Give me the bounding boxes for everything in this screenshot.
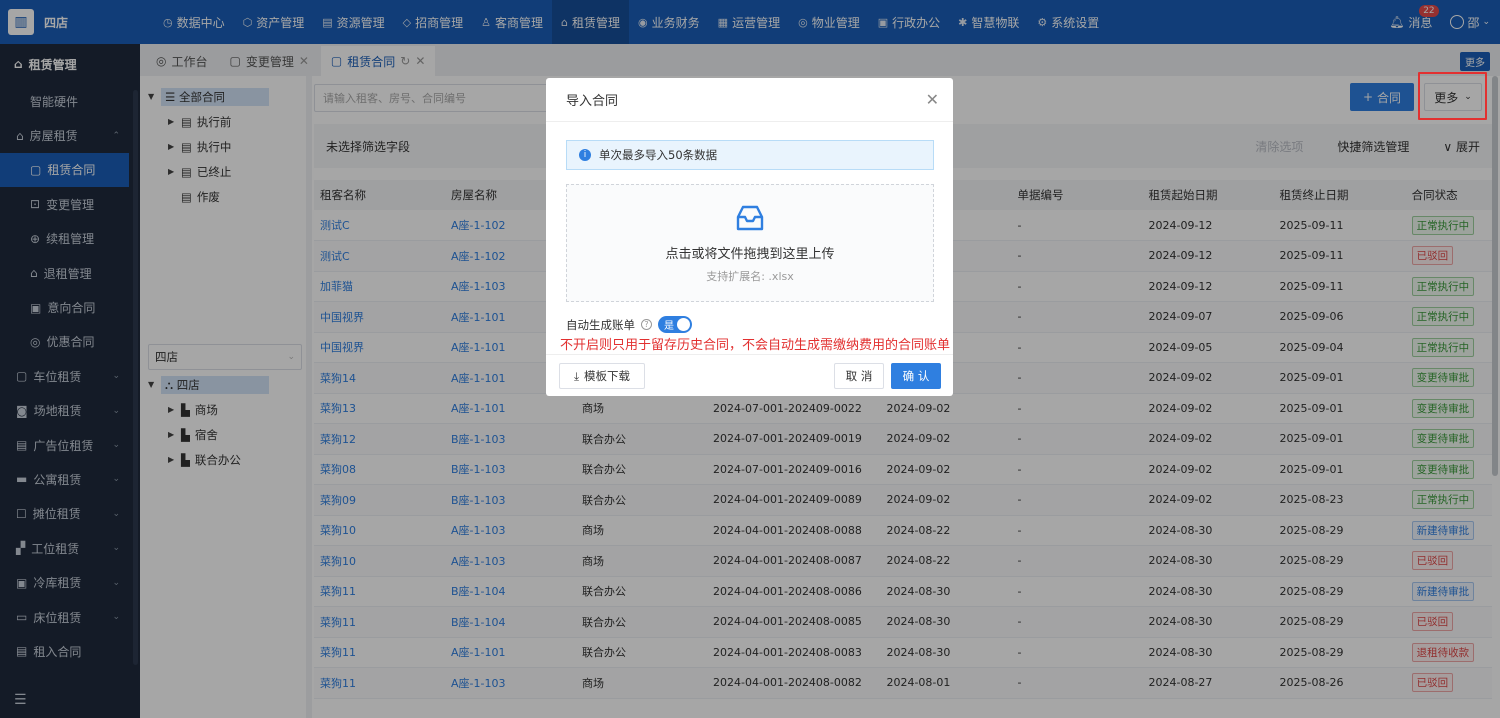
close-icon[interactable]: ✕ (926, 90, 939, 109)
upload-dropzone[interactable]: 点击或将文件拖拽到这里上传 支持扩展名: .xlsx (566, 184, 934, 302)
highlight-box (1418, 72, 1487, 120)
template-download-button[interactable]: ⤓ 模板下载 (559, 363, 645, 389)
confirm-button[interactable]: 确 认 (891, 363, 941, 389)
switch-on-label: 是 (664, 321, 674, 332)
switch-knob (677, 318, 690, 331)
warning-text: 不开启则只用于留存历史合同，不会自动生成需缴纳费用的合同账单 (560, 338, 951, 353)
dropzone-subtext: 支持扩展名: .xlsx (706, 270, 794, 283)
dialog-footer: ⤓ 模板下载 取 消 确 认 (546, 354, 953, 396)
dialog-title: 导入合同 (566, 94, 619, 109)
import-contract-dialog: 导入合同 ✕ i 单次最多导入50条数据 点击或将文件拖拽到这里上传 支持扩展名… (546, 78, 953, 396)
info-icon: i (579, 149, 591, 161)
inbox-icon (567, 203, 933, 233)
download-icon: ⤓ (573, 368, 580, 383)
auto-bill-label: 自动生成账单 (566, 317, 635, 332)
auto-bill-row: 自动生成账单 ? 是 (566, 316, 692, 333)
info-alert: i 单次最多导入50条数据 (566, 140, 934, 170)
help-icon[interactable]: ? (641, 319, 652, 330)
dialog-header: 导入合同 ✕ (546, 78, 953, 122)
info-text: 单次最多导入50条数据 (599, 148, 718, 162)
auto-bill-switch[interactable]: 是 (658, 316, 692, 333)
template-download-label: 模板下载 (584, 369, 631, 383)
cancel-button[interactable]: 取 消 (834, 363, 884, 389)
dropzone-text: 点击或将文件拖拽到这里上传 (665, 247, 835, 262)
